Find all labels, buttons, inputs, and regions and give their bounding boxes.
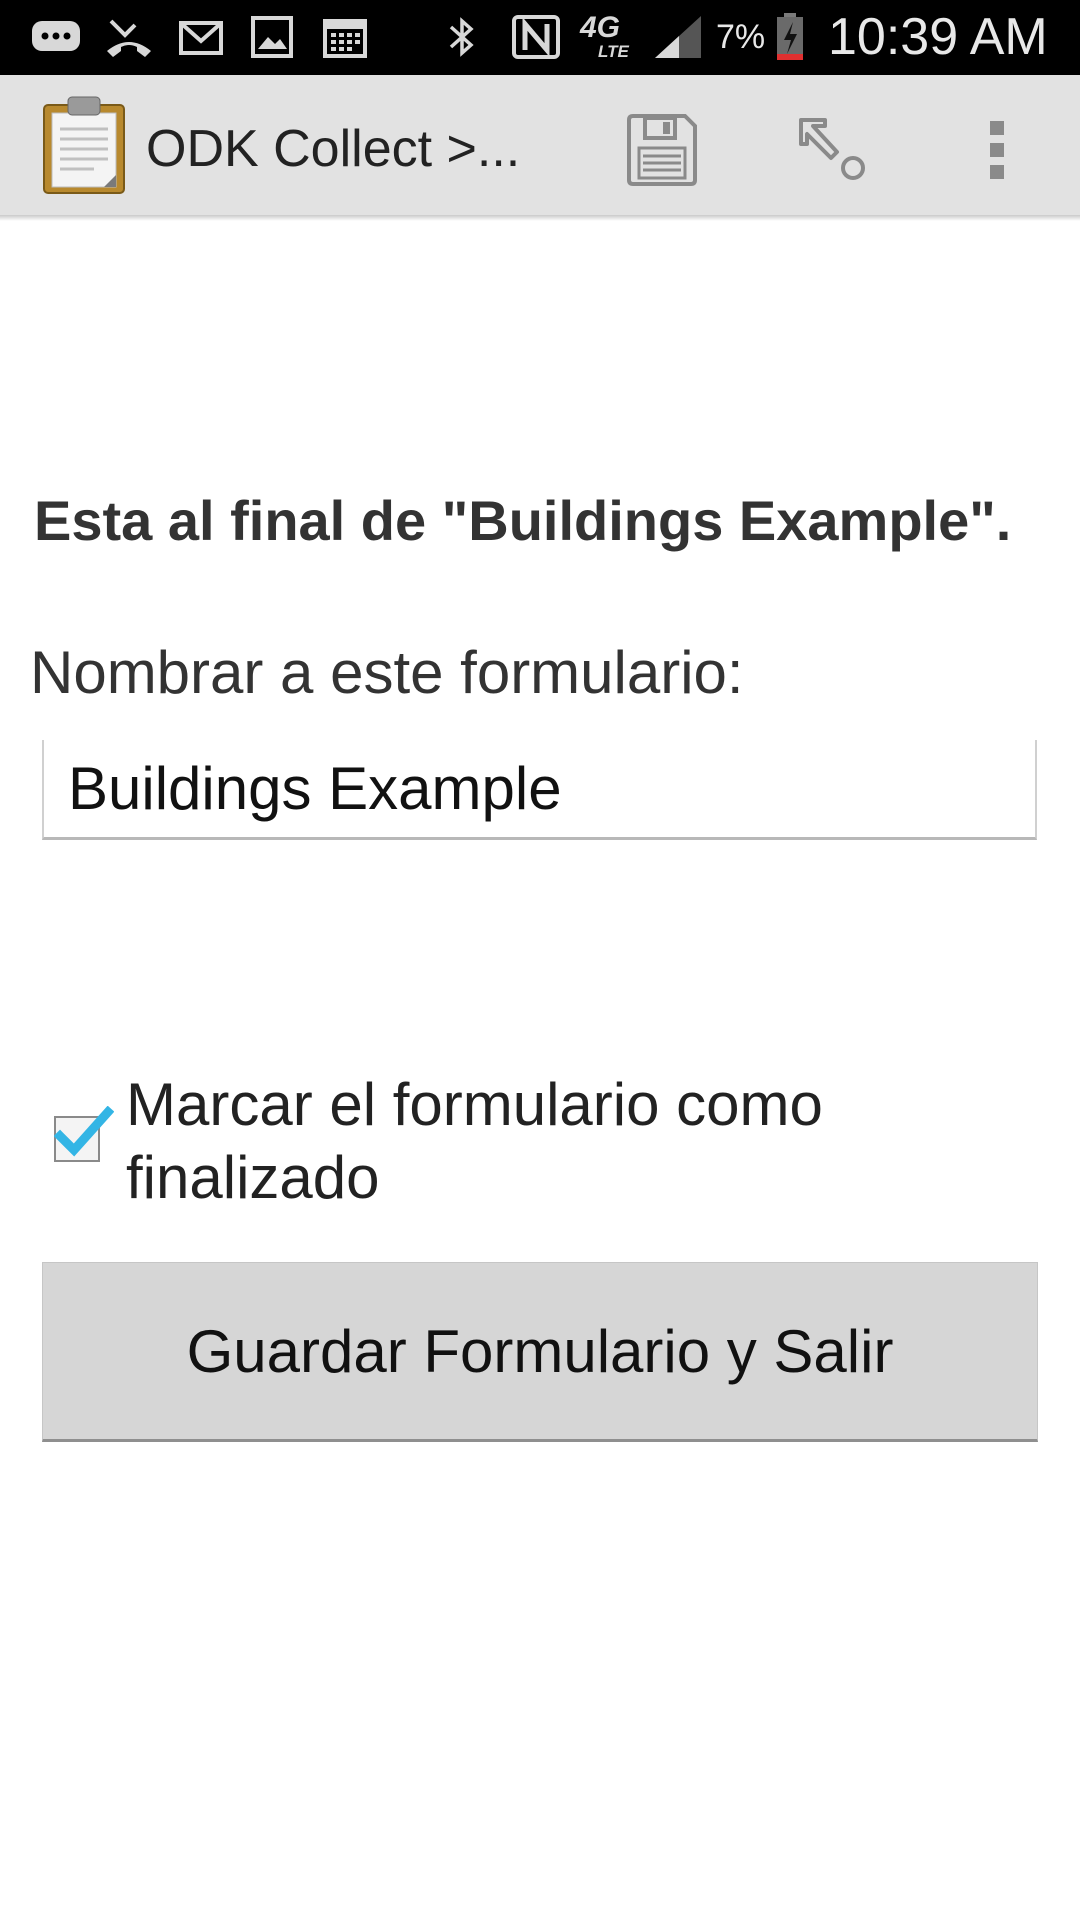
status-bar: 4G LTE 7% 10:39 AM [0,0,1080,75]
app-title: ODK Collect >... [146,120,521,178]
calendar-icon [320,12,370,62]
network-4g-lte-icon: 4G LTE [580,12,642,62]
overflow-menu-icon[interactable] [952,105,1042,195]
finalize-checkbox[interactable] [54,1106,114,1162]
nfc-icon [508,12,564,62]
action-bar-shadow [0,215,1080,221]
message-icon [28,12,84,62]
gmail-icon [176,12,226,62]
form-name-input[interactable] [42,740,1037,840]
finalize-checkbox-row[interactable]: Marcar el formulario como finalizado [50,1068,1050,1228]
action-bar: ODK Collect >... [0,75,1080,215]
form-end-heading: Esta al final de "Buildings Example". [34,489,1012,552]
save-and-exit-button[interactable]: Guardar Formulario y Salir [42,1262,1038,1442]
clipboard-icon[interactable] [42,95,126,195]
bluetooth-icon [440,12,484,62]
form-name-label: Nombrar a este formulario: [30,639,744,706]
clock: 10:39 AM [828,8,1048,66]
network-label: 4G [580,11,621,44]
language-pointer-icon[interactable] [786,105,876,195]
save-icon[interactable] [616,105,706,195]
gallery-icon [248,12,296,62]
network-sub-label: LTE [598,42,629,61]
check-icon [54,1106,114,1157]
missed-call-icon [102,12,156,62]
signal-icon [652,12,704,62]
battery-percent: 7% [716,18,766,56]
finalize-label: Marcar el formulario como finalizado [126,1071,823,1211]
battery-icon [772,12,808,62]
